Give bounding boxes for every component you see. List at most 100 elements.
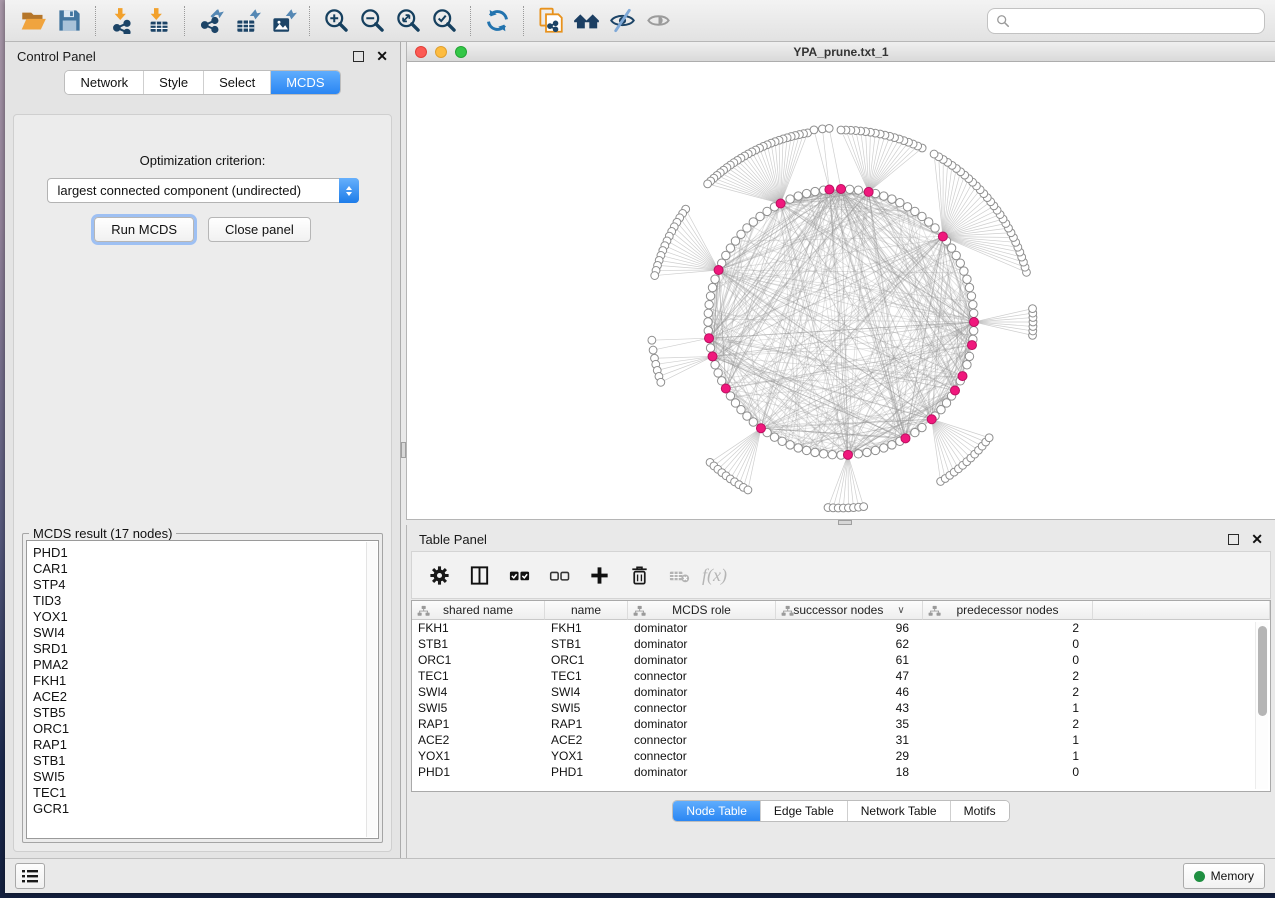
table-row[interactable]: RAP1RAP1dominator352 <box>412 716 1270 732</box>
zoom-fit-button[interactable] <box>390 3 426 39</box>
toolbar-separator <box>523 6 524 36</box>
table-cell <box>1093 732 1270 748</box>
delete-table-button <box>662 558 696 592</box>
memory-button[interactable]: Memory <box>1183 863 1265 889</box>
export-table-button[interactable] <box>229 3 265 39</box>
tab-network-table[interactable]: Network Table <box>847 801 950 821</box>
zoom-in-icon <box>323 7 350 34</box>
open-file-button[interactable] <box>15 3 51 39</box>
open-folder-icon <box>20 7 47 34</box>
select-all-button[interactable] <box>502 558 536 592</box>
mcds-result-item[interactable]: SWI5 <box>33 769 378 785</box>
table-cell: 2 <box>923 668 1093 684</box>
mcds-tab-content: Optimization criterion: largest connecte… <box>13 114 392 852</box>
mcds-result-item[interactable]: CAR1 <box>33 561 378 577</box>
column-header-name[interactable]: name <box>545 601 628 620</box>
column-header-shared-name[interactable]: shared name <box>412 601 545 620</box>
zoom-selected-button[interactable] <box>426 3 462 39</box>
create-column-button[interactable] <box>582 558 616 592</box>
status-bar: Memory <box>5 858 1275 893</box>
mcds-result-item[interactable]: ORC1 <box>33 721 378 737</box>
first-neighbors-button[interactable] <box>568 3 604 39</box>
mcds-result-item[interactable]: STB5 <box>33 705 378 721</box>
column-header-MCDS-role[interactable]: MCDS role <box>628 601 776 620</box>
mcds-result-item[interactable]: TEC1 <box>33 785 378 801</box>
mcds-result-item[interactable]: STB1 <box>33 753 378 769</box>
table-row[interactable]: PHD1PHD1dominator180 <box>412 764 1270 780</box>
tab-network[interactable]: Network <box>65 71 143 94</box>
import-network-button[interactable] <box>104 3 140 39</box>
mcds-result-item[interactable]: SRD1 <box>33 641 378 657</box>
zoom-fit-icon <box>395 7 422 34</box>
network-from-selection-button[interactable] <box>532 3 568 39</box>
table-cell: 2 <box>923 684 1093 700</box>
zoom-in-button[interactable] <box>318 3 354 39</box>
mcds-result-item[interactable]: STP4 <box>33 577 378 593</box>
mcds-result-item[interactable]: TID3 <box>33 593 378 609</box>
table-panel-title: Table Panel <box>419 532 1228 547</box>
import-table-button[interactable] <box>140 3 176 39</box>
delete-columns-button[interactable] <box>622 558 656 592</box>
import-table-icon <box>145 7 172 34</box>
mcds-result-item[interactable]: PMA2 <box>33 657 378 673</box>
table-row[interactable]: YOX1YOX1connector291 <box>412 748 1270 764</box>
close-panel-icon[interactable]: ✕ <box>376 51 388 62</box>
refresh-button[interactable] <box>479 3 515 39</box>
hide-selected-button[interactable] <box>604 3 640 39</box>
close-panel-icon[interactable]: ✕ <box>1251 534 1263 545</box>
column-header-successor-nodes[interactable]: successor nodes∨ <box>776 601 923 620</box>
table-cell: connector <box>628 732 776 748</box>
close-panel-button[interactable]: Close panel <box>208 217 311 242</box>
zoom-out-button[interactable] <box>354 3 390 39</box>
network-view[interactable] <box>407 62 1275 519</box>
table-row[interactable]: FKH1FKH1dominator962 <box>412 620 1270 636</box>
mcds-list-scrollbar[interactable] <box>366 542 377 837</box>
tab-edge-table[interactable]: Edge Table <box>760 801 847 821</box>
run-mcds-button[interactable]: Run MCDS <box>94 217 194 242</box>
table-row[interactable]: ORC1ORC1dominator610 <box>412 652 1270 668</box>
control-panel: Control Panel ✕ Network Style Select MCD… <box>5 42 400 858</box>
mcds-result-item[interactable]: PHD1 <box>33 545 378 561</box>
mcds-result-item[interactable]: GCR1 <box>33 801 378 817</box>
table-cell <box>1093 668 1270 684</box>
export-network-button[interactable] <box>193 3 229 39</box>
mcds-result-item[interactable]: ACE2 <box>33 689 378 705</box>
gear-icon <box>428 564 451 587</box>
task-history-button[interactable] <box>15 863 45 889</box>
table-row[interactable]: STB1STB1dominator620 <box>412 636 1270 652</box>
table-cell: FKH1 <box>412 620 545 636</box>
tab-motifs[interactable]: Motifs <box>950 801 1009 821</box>
tab-mcds[interactable]: MCDS <box>270 71 339 94</box>
table-scrollbar[interactable] <box>1255 622 1268 789</box>
checked-boxes-icon <box>508 564 531 587</box>
mcds-result-item[interactable]: FKH1 <box>33 673 378 689</box>
show-columns-button[interactable] <box>462 558 496 592</box>
search-input[interactable] <box>1015 14 1256 28</box>
mcds-result-item[interactable]: SWI4 <box>33 625 378 641</box>
table-mode-button[interactable] <box>422 558 456 592</box>
tab-select[interactable]: Select <box>203 71 270 94</box>
column-header-predecessor-nodes[interactable]: predecessor nodes <box>923 601 1093 620</box>
column-type-icon <box>928 605 941 617</box>
tab-style[interactable]: Style <box>143 71 203 94</box>
table-row[interactable]: SWI4SWI4dominator462 <box>412 684 1270 700</box>
deselect-all-button[interactable] <box>542 558 576 592</box>
float-panel-icon[interactable] <box>1228 534 1239 545</box>
mcds-result-item[interactable]: YOX1 <box>33 609 378 625</box>
show-all-button[interactable] <box>640 3 676 39</box>
optimization-criterion-select[interactable]: largest connected component (undirected) <box>47 178 359 203</box>
mcds-result-list[interactable]: PHD1CAR1STP4TID3YOX1SWI4SRD1PMA2FKH1ACE2… <box>26 540 379 839</box>
scrollbar-thumb[interactable] <box>1258 626 1267 716</box>
table-cell <box>1093 716 1270 732</box>
export-image-button[interactable] <box>265 3 301 39</box>
network-window-titlebar: YPA_prune.txt_1 <box>407 42 1275 62</box>
new-network-from-selection-icon <box>537 7 564 34</box>
table-row[interactable]: TEC1TEC1connector472 <box>412 668 1270 684</box>
mcds-result-item[interactable]: RAP1 <box>33 737 378 753</box>
tab-node-table[interactable]: Node Table <box>673 801 760 821</box>
toolbar-separator <box>184 6 185 36</box>
table-row[interactable]: SWI5SWI5connector431 <box>412 700 1270 716</box>
float-panel-icon[interactable] <box>353 51 364 62</box>
table-row[interactable]: ACE2ACE2connector311 <box>412 732 1270 748</box>
save-session-button[interactable] <box>51 3 87 39</box>
